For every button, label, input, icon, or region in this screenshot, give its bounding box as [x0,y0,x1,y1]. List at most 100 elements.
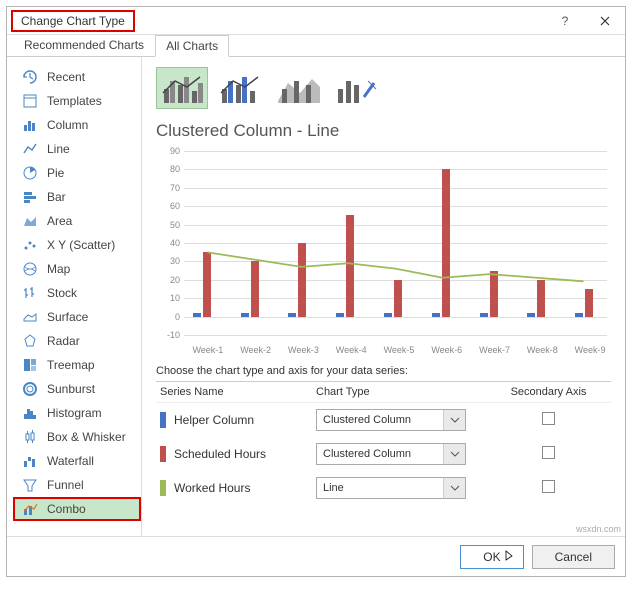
sidebar-item-waterfall[interactable]: Waterfall [13,449,141,473]
pie-icon [21,164,39,182]
sidebar-item-label: Sunburst [47,382,95,396]
dialog-window: Change Chart Type ? Recommended Charts A… [6,6,626,577]
header-secondary-axis: Secondary Axis [486,386,611,398]
sidebar-item-label: Radar [47,334,80,348]
line-icon [21,140,39,158]
series-row-scheduled: Scheduled Hours Clustered Column [156,437,611,471]
sidebar-item-line[interactable]: Line [13,137,141,161]
watermark: wsxdn.com [576,524,621,534]
subtype-clustered-column-line-secondary[interactable] [214,67,266,109]
sidebar-item-label: Combo [47,502,86,516]
map-icon [21,260,39,278]
close-icon[interactable] [585,7,625,35]
sidebar-item-combo[interactable]: Combo [13,497,141,521]
sidebar-item-treemap[interactable]: Treemap [13,353,141,377]
treemap-icon [21,356,39,374]
chevron-down-icon [443,444,465,464]
header-series-name: Series Name [156,386,316,398]
sidebar-item-label: Stock [47,286,77,300]
chart-category-sidebar: Recent Templates Column Line Pie Bar [7,57,142,536]
sidebar-item-label: Waterfall [47,454,94,468]
sidebar-item-sunburst[interactable]: Sunburst [13,377,141,401]
chart-type-select-scheduled[interactable]: Clustered Column [316,443,466,465]
sidebar-item-label: Treemap [47,358,95,372]
stock-icon [21,284,39,302]
sidebar-item-label: Column [47,118,88,132]
surface-icon [21,308,39,326]
column-icon [21,116,39,134]
tab-recommended[interactable]: Recommended Charts [13,34,155,56]
chart-subtype-title: Clustered Column - Line [156,121,611,141]
area-icon [21,212,39,230]
chart-type-select-worked[interactable]: Line [316,477,466,499]
waterfall-icon [21,452,39,470]
series-config-label: Choose the chart type and axis for your … [156,365,611,377]
sidebar-item-label: Box & Whisker [47,430,126,444]
chart-type-select-helper[interactable]: Clustered Column [316,409,466,431]
chart-preview[interactable]: -100102030405060708090 Week-1Week-2Week-… [156,147,611,357]
title-bar: Change Chart Type ? [7,7,625,35]
sidebar-item-pie[interactable]: Pie [13,161,141,185]
sidebar-item-area[interactable]: Area [13,209,141,233]
cancel-button[interactable]: Cancel [532,545,615,569]
header-chart-type: Chart Type [316,386,486,398]
sidebar-item-box-whisker[interactable]: Box & Whisker [13,425,141,449]
sidebar-item-recent[interactable]: Recent [13,65,141,89]
series-row-worked: Worked Hours Line [156,471,611,505]
series-swatch [160,446,166,462]
box-whisker-icon [21,428,39,446]
sidebar-item-label: Recent [47,70,85,84]
secondary-axis-checkbox-worked[interactable] [542,480,555,493]
sidebar-item-templates[interactable]: Templates [13,89,141,113]
secondary-axis-checkbox-scheduled[interactable] [542,446,555,459]
tab-strip: Recommended Charts All Charts [7,35,625,57]
sidebar-item-label: Surface [47,310,88,324]
templates-icon [21,92,39,110]
sidebar-item-label: Funnel [47,478,84,492]
sidebar-item-column[interactable]: Column [13,113,141,137]
chevron-down-icon [443,410,465,430]
sidebar-item-label: Line [47,142,70,156]
combo-subtype-row [156,67,611,109]
sidebar-item-bar[interactable]: Bar [13,185,141,209]
sidebar-item-histogram[interactable]: Histogram [13,401,141,425]
subtype-stacked-area-column[interactable] [272,67,324,109]
sidebar-item-label: Area [47,214,72,228]
series-name-label: Scheduled Hours [174,447,266,461]
series-name-label: Helper Column [174,413,254,427]
sidebar-item-label: Pie [47,166,64,180]
series-swatch [160,412,166,428]
sunburst-icon [21,380,39,398]
sidebar-item-funnel[interactable]: Funnel [13,473,141,497]
sidebar-item-radar[interactable]: Radar [13,329,141,353]
series-name-label: Worked Hours [174,481,250,495]
sidebar-item-label: Histogram [47,406,102,420]
secondary-axis-checkbox-helper[interactable] [542,412,555,425]
bar-icon [21,188,39,206]
sidebar-item-label: Templates [47,94,102,108]
scatter-icon [21,236,39,254]
series-row-helper: Helper Column Clustered Column [156,403,611,437]
histogram-icon [21,404,39,422]
sidebar-item-label: X Y (Scatter) [47,238,115,252]
sidebar-item-label: Bar [47,190,66,204]
recent-icon [21,68,39,86]
combo-icon [21,500,39,518]
window-title: Change Chart Type [11,10,135,32]
help-icon[interactable]: ? [545,7,585,35]
sidebar-item-map[interactable]: Map [13,257,141,281]
tab-all-charts[interactable]: All Charts [155,35,229,57]
ok-button[interactable]: OK [460,545,523,569]
subtype-custom-combo[interactable] [330,67,382,109]
sidebar-item-stock[interactable]: Stock [13,281,141,305]
sidebar-item-label: Map [47,262,70,276]
main-panel: Clustered Column - Line -100102030405060… [142,57,625,536]
series-swatch [160,480,166,496]
subtype-clustered-column-line[interactable] [156,67,208,109]
funnel-icon [21,476,39,494]
sidebar-item-surface[interactable]: Surface [13,305,141,329]
chevron-down-icon [443,478,465,498]
sidebar-item-xy-scatter[interactable]: X Y (Scatter) [13,233,141,257]
series-table: Series Name Chart Type Secondary Axis He… [156,381,611,505]
dialog-footer: OK Cancel [7,536,625,576]
